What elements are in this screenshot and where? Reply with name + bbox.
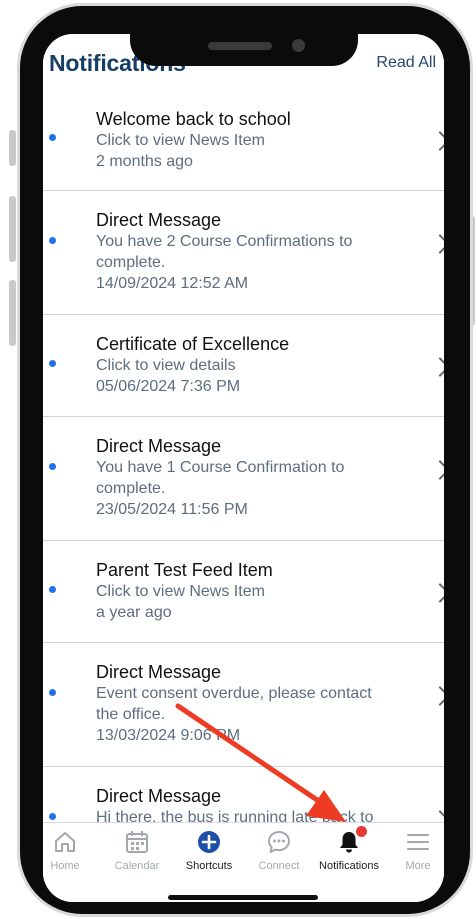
chevron-right-icon bbox=[430, 234, 444, 254]
notification-date: 2 months ago bbox=[96, 153, 193, 170]
tab-connect[interactable]: Connect bbox=[239, 823, 319, 883]
tab-calendar[interactable]: Calendar bbox=[97, 823, 177, 883]
unread-dot-icon bbox=[49, 586, 56, 593]
unread-dot-icon bbox=[49, 813, 56, 820]
tab-notifications[interactable]: Notifications bbox=[309, 823, 389, 883]
tab-more[interactable]: More bbox=[378, 823, 444, 883]
notification-title: Direct Message bbox=[96, 662, 222, 682]
silent-switch bbox=[9, 130, 16, 166]
tab-label: Calendar bbox=[114, 860, 160, 872]
chevron-right-icon bbox=[430, 583, 444, 603]
chevron-right-icon bbox=[430, 357, 444, 377]
chevron-right-icon bbox=[430, 686, 444, 706]
chevron-right-icon bbox=[430, 460, 444, 480]
notification-date: 14/09/2024 12:52 AM bbox=[96, 275, 249, 292]
notification-item[interactable]: Welcome back to school Click to view New… bbox=[43, 90, 444, 191]
notification-title: Parent Test Feed Item bbox=[96, 560, 273, 580]
read-all-button[interactable]: Read All bbox=[376, 54, 436, 72]
unread-dot-icon bbox=[49, 134, 56, 141]
chat-bubble-icon bbox=[268, 831, 290, 853]
menu-icon bbox=[407, 834, 429, 850]
notification-body: You have 2 Course Confirmations to compl… bbox=[96, 233, 353, 271]
notification-body: You have 1 Course Confirmation to comple… bbox=[96, 459, 345, 497]
chevron-right-icon bbox=[430, 131, 444, 151]
notification-body: Hi there, the bus is running late back t… bbox=[96, 809, 374, 822]
notification-title: Welcome back to school bbox=[96, 109, 291, 129]
notification-item[interactable]: Direct Message You have 2 Course Confirm… bbox=[43, 191, 444, 315]
unread-dot-icon bbox=[49, 689, 56, 696]
unread-dot-icon bbox=[49, 237, 56, 244]
notification-body: Click to view News Item bbox=[96, 583, 265, 600]
tab-label: Home bbox=[50, 860, 80, 872]
front-camera bbox=[292, 39, 305, 52]
notification-title: Certificate of Excellence bbox=[96, 334, 290, 354]
volume-down-button bbox=[9, 280, 16, 346]
volume-up-button bbox=[9, 196, 16, 262]
notification-date: 23/05/2024 11:56 PM bbox=[96, 501, 248, 518]
notification-item[interactable]: Parent Test Feed Item Click to view News… bbox=[43, 541, 444, 643]
notification-item[interactable]: Direct Message You have 1 Course Confirm… bbox=[43, 417, 444, 541]
notification-date: 05/06/2024 7:36 PM bbox=[96, 378, 241, 395]
notification-body: Click to view News Item bbox=[96, 132, 265, 149]
notification-item[interactable]: Certificate of Excellence Click to view … bbox=[43, 315, 444, 417]
notification-date: 13/03/2024 9:06 PM bbox=[96, 727, 241, 744]
phone-screen: Notifications Read All Welcome back to s… bbox=[43, 34, 444, 902]
bottom-tab-bar: Home Calendar Shortcuts Connect Notifica… bbox=[43, 822, 444, 902]
notification-item[interactable]: Direct Message Event consent overdue, pl… bbox=[43, 643, 444, 767]
notification-item[interactable]: Direct Message Hi there, the bus is runn… bbox=[43, 767, 444, 822]
calendar-icon bbox=[126, 831, 148, 853]
unread-dot-icon bbox=[49, 360, 56, 367]
tab-label: Connect bbox=[258, 860, 300, 872]
tab-shortcuts[interactable]: Shortcuts bbox=[169, 823, 249, 883]
tab-label: More bbox=[405, 860, 431, 872]
home-indicator bbox=[168, 895, 318, 900]
notification-title: Direct Message bbox=[96, 210, 222, 230]
notification-list[interactable]: Welcome back to school Click to view New… bbox=[43, 90, 444, 822]
tab-home[interactable]: Home bbox=[43, 823, 105, 883]
notification-title: Direct Message bbox=[96, 436, 222, 456]
speaker-grille bbox=[208, 42, 272, 50]
notification-badge bbox=[356, 826, 367, 837]
phone-notch bbox=[130, 20, 358, 66]
unread-dot-icon bbox=[49, 463, 56, 470]
tab-label: Notifications bbox=[319, 860, 379, 872]
notification-title: Direct Message bbox=[96, 786, 222, 806]
home-icon bbox=[55, 832, 75, 852]
tab-label: Shortcuts bbox=[185, 860, 233, 872]
notification-body: Click to view details bbox=[96, 357, 236, 374]
notification-date: a year ago bbox=[96, 604, 172, 621]
plus-circle-icon bbox=[198, 831, 220, 853]
notification-body: Event consent overdue, please contact th… bbox=[96, 685, 372, 723]
